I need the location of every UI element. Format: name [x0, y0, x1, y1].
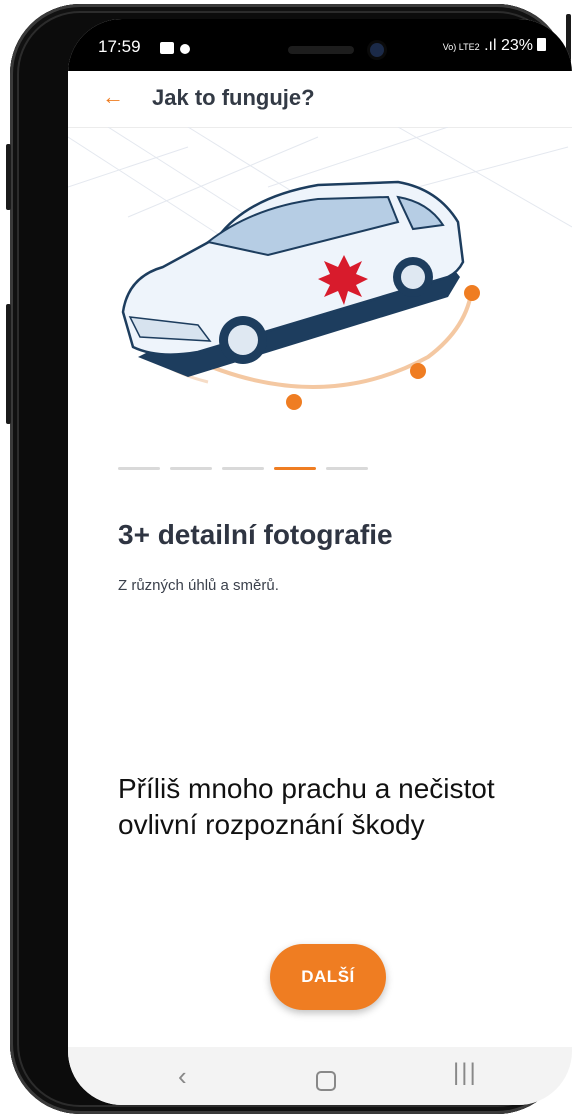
slide-subtitle: Z různých úhlů a směrů.	[118, 577, 279, 594]
slide-title: 3+ detailní fotografie	[118, 519, 393, 550]
arrow-left-icon[interactable]: ←	[102, 85, 124, 109]
nav-back-icon[interactable]: ‹	[178, 1061, 187, 1092]
pager-dot[interactable]	[170, 467, 212, 470]
angle-dot-1	[286, 394, 302, 410]
status-bar: 17:59 Vo) LTE2 .ıl 23%	[68, 19, 572, 71]
nav-home-icon[interactable]	[316, 1071, 336, 1091]
angle-dot-3	[464, 285, 480, 301]
gallery-icon	[154, 40, 174, 58]
side-button-upper	[6, 144, 11, 210]
next-button[interactable]: DALŠÍ	[270, 944, 386, 1010]
status-time: 17:59	[98, 37, 141, 56]
phone-frame: 17:59 Vo) LTE2 .ıl 23% ← Jak to funguje?	[6, 4, 572, 1114]
front-camera	[370, 43, 384, 57]
pager-dot[interactable]	[222, 467, 264, 470]
system-nav-bar: ‹ |||	[68, 1047, 572, 1105]
pager-dot[interactable]	[326, 467, 368, 470]
battery-icon	[537, 38, 546, 51]
side-button-lower	[6, 304, 11, 424]
earpiece	[288, 46, 354, 54]
network-label: Vo) LTE2	[442, 42, 480, 52]
battery-percent: 23%	[500, 37, 533, 54]
top-app-bar: ← Jak to funguje?	[68, 71, 572, 128]
pager-dot[interactable]	[118, 467, 160, 470]
brightness-icon	[174, 41, 190, 59]
status-right: Vo) LTE2 .ıl 23%	[443, 37, 546, 55]
page-title: Jak to funguje?	[152, 85, 315, 110]
pager-dot-active[interactable]	[274, 467, 316, 470]
car-damage-illustration	[68, 126, 572, 417]
nav-recent-apps-icon[interactable]: |||	[453, 1059, 478, 1087]
angle-dot-2	[410, 363, 426, 379]
tip-text: Příliš mnoho prachu a nečistot ovlivní r…	[118, 773, 495, 840]
screen: 17:59 Vo) LTE2 .ıl 23% ← Jak to funguje?	[68, 19, 572, 1105]
signal-icon: .ıl	[484, 37, 497, 54]
